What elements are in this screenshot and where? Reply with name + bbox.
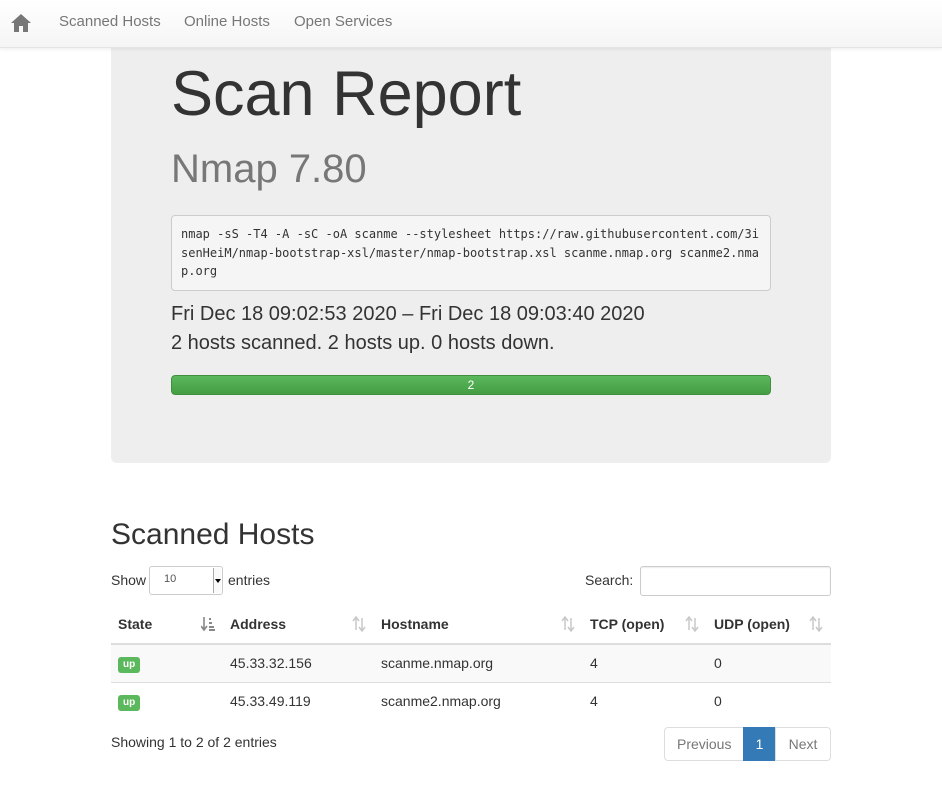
sort-ascending-icon [201,617,215,632]
sort-both-icon [685,616,699,632]
col-hostname[interactable]: Hostname [374,605,583,645]
hosts-progress: 2 [171,375,771,395]
status-badge: up [118,656,141,673]
next-page-button[interactable]: Next [775,727,831,761]
status-badge: up [118,694,141,711]
nmap-version: Nmap 7.80 [171,147,367,191]
show-label: Show [111,572,147,588]
navbar: Scanned Hosts Online Hosts Open Services [0,0,942,48]
entries-label: entries [228,572,271,588]
hosts-up-progress-bar: 2 [171,375,771,395]
cell-udp: 0 [707,681,831,720]
nav-open-services[interactable]: Open Services [294,14,392,30]
section-title: Scanned Hosts [111,518,315,551]
page-length-value: 10 [164,573,177,585]
col-state-label: State [118,616,153,632]
col-udp-open[interactable]: UDP (open) [707,605,831,645]
page-title: Scan Report [171,59,522,129]
previous-page-button[interactable]: Previous [664,727,744,761]
pagination: Previous 1 Next [664,727,831,761]
col-tcp-label: TCP (open) [590,616,665,632]
scan-time-range: Fri Dec 18 09:02:53 2020 – Fri Dec 18 09… [171,303,645,325]
cell-hostname: scanme.nmap.org [374,643,583,682]
table-row: up 45.33.49.119 scanme2.nmap.org 4 0 [111,681,831,720]
cell-state: up [111,643,223,682]
page-length-select[interactable]: 10 [149,566,223,595]
hosts-table: State Address Hostname TCP (open) UDP (o… [111,605,831,720]
cell-address: 45.33.32.156 [223,643,374,682]
col-udp-label: UDP (open) [714,616,790,632]
col-tcp-open[interactable]: TCP (open) [583,605,707,645]
scan-summary: 2 hosts scanned. 2 hosts up. 0 hosts dow… [171,332,555,354]
nav-online-hosts[interactable]: Online Hosts [184,14,270,30]
search-input[interactable] [640,566,831,596]
search-label: Search: [585,572,634,588]
scan-command: nmap -sS -T4 -A -sC -oA scanme --stylesh… [171,215,771,291]
page-1-button[interactable]: 1 [743,727,776,761]
nav-scanned-hosts[interactable]: Scanned Hosts [59,14,161,30]
cell-address: 45.33.49.119 [223,681,374,720]
cell-udp: 0 [707,643,831,682]
cell-hostname: scanme2.nmap.org [374,681,583,720]
sort-both-icon [352,616,366,632]
table-header-row: State Address Hostname TCP (open) UDP (o… [111,605,831,645]
col-hostname-label: Hostname [381,616,449,632]
sort-both-icon [809,616,823,632]
col-address-label: Address [230,616,287,632]
col-state[interactable]: State [111,605,223,645]
home-icon[interactable] [10,12,32,34]
cell-state: up [111,681,223,720]
table-info: Showing 1 to 2 of 2 entries [111,734,277,750]
cell-tcp: 4 [583,681,707,720]
cell-tcp: 4 [583,643,707,682]
col-address[interactable]: Address [223,605,374,645]
chevron-down-icon [213,568,221,593]
sort-both-icon [561,616,575,632]
table-row: up 45.33.32.156 scanme.nmap.org 4 0 [111,643,831,682]
